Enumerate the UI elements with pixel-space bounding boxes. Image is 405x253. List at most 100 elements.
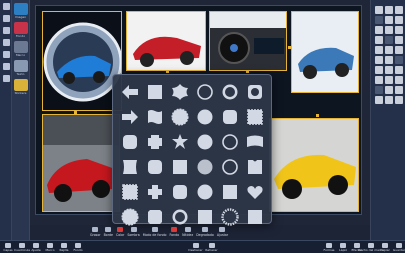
layout-option[interactable]	[375, 96, 383, 104]
paint-icon[interactable]	[0, 60, 12, 72]
left-button-3[interactable]: Marco	[44, 241, 56, 253]
shape-option-arrow-left[interactable]	[118, 80, 142, 104]
shape-option-circle-soft[interactable]	[193, 155, 217, 179]
shape-option-circle[interactable]	[193, 105, 217, 129]
option-8[interactable]: Ajustar	[217, 227, 228, 237]
shape-option-star-badge[interactable]	[168, 130, 192, 154]
layout-option[interactable]	[385, 66, 393, 74]
frame-icon[interactable]	[0, 24, 12, 36]
resize-handle[interactable]	[166, 70, 169, 73]
layout-option[interactable]	[385, 6, 393, 14]
shape-option-scalloped-square[interactable]	[118, 180, 142, 204]
option-7[interactable]: Degradado	[196, 227, 214, 237]
thumbnail-item[interactable]: Marco	[12, 41, 29, 57]
shape-option-scalloped-square[interactable]	[243, 105, 267, 129]
layout-option[interactable]	[395, 6, 403, 14]
layout-option[interactable]	[395, 46, 403, 54]
thumbnail-item[interactable]: Imagen	[12, 3, 29, 19]
shape-option-square[interactable]	[168, 155, 192, 179]
shape-option-circle-filled[interactable]	[193, 180, 217, 204]
thumbnail-item[interactable]: Stickers	[12, 79, 29, 95]
layout-option[interactable]	[385, 96, 393, 104]
left-button-2[interactable]: Ajuste	[30, 241, 42, 253]
shape-option-rounded-square[interactable]	[168, 180, 192, 204]
shape-option-circle-outline[interactable]	[193, 80, 217, 104]
shape-option-cross-square[interactable]	[143, 130, 167, 154]
right-button-1[interactable]: Lápiz	[337, 241, 349, 253]
resize-handle[interactable]	[246, 70, 249, 73]
shape-option-photo-frame[interactable]	[243, 80, 267, 104]
shape-option-circle-filled[interactable]	[193, 130, 217, 154]
text-icon[interactable]	[0, 36, 12, 48]
left-button-1[interactable]: Cuadricula	[14, 241, 30, 253]
image-icon[interactable]	[0, 12, 12, 24]
right-button-0[interactable]: Formas	[323, 241, 335, 253]
shape-option-square[interactable]	[218, 180, 242, 204]
shape-option-arrow-right[interactable]	[118, 105, 142, 129]
shape-option-rounded-square[interactable]	[118, 130, 142, 154]
collage-cell-blue-convertible[interactable]	[291, 11, 359, 93]
shape-option-circle-outline[interactable]	[218, 130, 242, 154]
right-button-4[interactable]: Copiar	[379, 241, 391, 253]
shape-option-heart[interactable]	[243, 180, 267, 204]
layout-option[interactable]	[385, 46, 393, 54]
layout-option[interactable]	[375, 16, 383, 24]
center-button-0[interactable]: Deshacer	[188, 241, 203, 253]
layout-option[interactable]	[395, 36, 403, 44]
option-3[interactable]: Sombra	[127, 227, 140, 237]
layout-option[interactable]	[385, 56, 393, 64]
option-0[interactable]: Grosor	[90, 227, 101, 237]
shape-option-flower[interactable]	[168, 80, 192, 104]
collage-cell-red-roadster[interactable]	[126, 11, 206, 71]
resize-handle[interactable]	[288, 46, 291, 49]
right-button-5[interactable]: Guardar	[393, 241, 405, 253]
layout-option[interactable]	[375, 76, 383, 84]
layout-option[interactable]	[375, 6, 383, 14]
layout-option[interactable]	[395, 66, 403, 74]
collage-cell-bmw-interior[interactable]	[209, 11, 287, 71]
layers-icon[interactable]	[0, 0, 12, 12]
option-2[interactable]: Color	[116, 227, 124, 237]
layout-option[interactable]	[375, 36, 383, 44]
shape-option-wavy-square[interactable]	[143, 105, 167, 129]
sticker-icon[interactable]	[0, 48, 12, 60]
layout-option[interactable]	[395, 16, 403, 24]
shape-option-scalloped-circle[interactable]	[168, 105, 192, 129]
shape-option-plus-badge[interactable]	[143, 180, 167, 204]
resize-handle[interactable]	[74, 111, 77, 114]
collage-cell-yellow-supercar[interactable]	[269, 118, 359, 212]
layout-option[interactable]	[395, 96, 403, 104]
shape-option-square[interactable]	[143, 80, 167, 104]
collage-cell-red-supercar[interactable]	[42, 114, 120, 212]
left-button-5[interactable]: Fondo	[72, 241, 84, 253]
layout-option[interactable]	[385, 16, 393, 24]
layout-option[interactable]	[375, 66, 383, 74]
option-6[interactable]: Nitidez	[182, 227, 193, 237]
layout-option[interactable]	[375, 56, 383, 64]
option-5[interactable]: Fondo	[169, 227, 179, 237]
layout-option[interactable]	[375, 46, 383, 54]
resize-handle[interactable]	[316, 114, 319, 117]
layout-option[interactable]	[385, 76, 393, 84]
layout-option[interactable]	[385, 26, 393, 34]
layout-option[interactable]	[395, 86, 403, 94]
layout-option[interactable]	[375, 86, 383, 94]
thumbnail-item[interactable]: Texto	[12, 60, 29, 76]
layout-option[interactable]	[385, 86, 393, 94]
layout-option[interactable]	[395, 76, 403, 84]
left-button-4[interactable]: Rejilla	[58, 241, 70, 253]
settings-icon[interactable]	[0, 72, 12, 84]
shape-option-square-notched[interactable]	[243, 155, 267, 179]
shape-option-rounded-square[interactable]	[218, 105, 242, 129]
left-button-0[interactable]: Capas	[2, 241, 14, 253]
center-button-1[interactable]: Rehacer	[205, 241, 218, 253]
option-4[interactable]: Modo de fondo	[143, 227, 166, 237]
shape-option-wave-square[interactable]	[118, 155, 142, 179]
right-button-3[interactable]: Ancho del marco	[358, 241, 384, 253]
shape-option-circle-outline[interactable]	[218, 155, 242, 179]
thumbnail-item[interactable]: Fondo	[12, 22, 29, 38]
collage-cell-blue-car-circle[interactable]	[42, 11, 122, 111]
option-1[interactable]: Borde	[104, 227, 113, 237]
shape-option-circle-ring[interactable]	[218, 80, 242, 104]
layout-option[interactable]	[385, 36, 393, 44]
